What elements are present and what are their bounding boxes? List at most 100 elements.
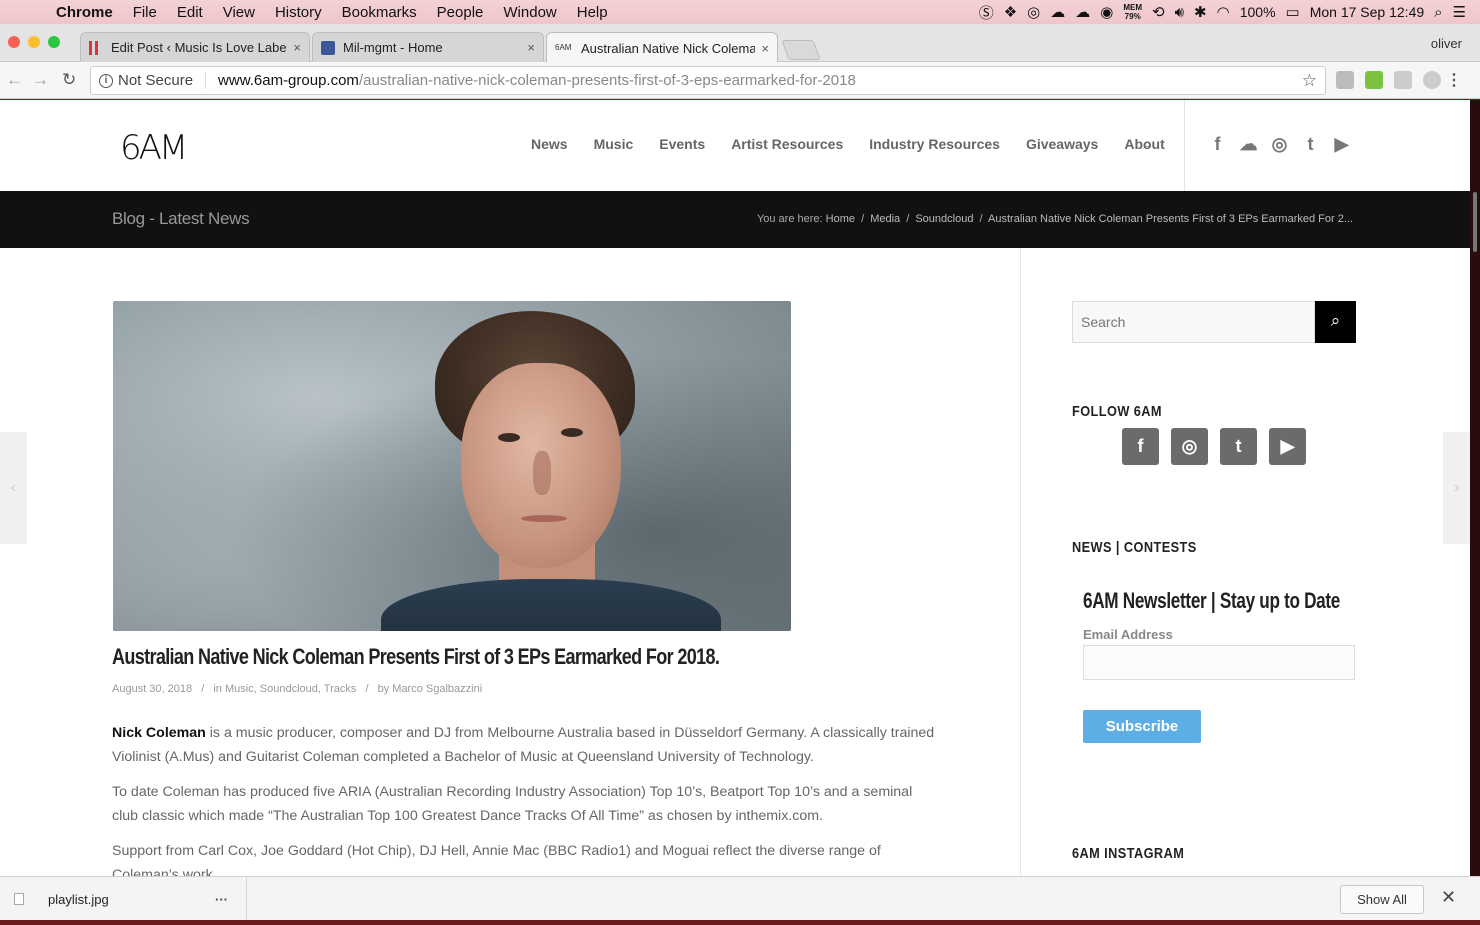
tab-australian-native[interactable]: 6AM Australian Native Nick Coleman × xyxy=(546,32,778,63)
menu-people[interactable]: People xyxy=(427,4,494,21)
youtube-icon[interactable]: ▶ xyxy=(1332,134,1351,155)
twitter-icon[interactable]: t xyxy=(1220,428,1257,465)
page-title[interactable]: Blog - Latest News xyxy=(112,209,250,229)
search-button[interactable]: ⌕ xyxy=(1315,301,1356,343)
search-input[interactable] xyxy=(1072,301,1315,343)
twitter-icon[interactable]: t xyxy=(1301,134,1320,155)
site-logo[interactable]: 6AM xyxy=(120,128,188,168)
wifi-icon[interactable]: ◠ xyxy=(1217,3,1230,21)
newsletter-title: 6AM Newsletter | Stay up to Date xyxy=(1083,588,1341,613)
dropbox-icon[interactable]: ❖ xyxy=(1004,3,1017,21)
menu-app-chrome[interactable]: Chrome xyxy=(56,4,123,21)
nav-giveaways[interactable]: Giveaways xyxy=(1013,136,1111,152)
breadcrumb-home[interactable]: Home xyxy=(826,213,855,225)
breadcrumb-current: Australian Native Nick Coleman Presents … xyxy=(988,213,1353,225)
page-scrollbar[interactable] xyxy=(1470,100,1480,876)
facebook-icon[interactable]: f xyxy=(1122,428,1159,465)
tab-mil-mgmt[interactable]: Mil-mgmt - Home × xyxy=(312,32,544,62)
close-tab-icon[interactable]: × xyxy=(293,40,301,55)
extension-icon[interactable] xyxy=(1336,71,1354,89)
menu-help[interactable]: Help xyxy=(567,4,618,21)
post-title[interactable]: Australian Native Nick Coleman Presents … xyxy=(112,644,720,670)
instagram-widget-title: 6AM INSTAGRAM xyxy=(1072,845,1185,862)
post-featured-image[interactable] xyxy=(113,301,791,631)
window-controls xyxy=(8,36,60,48)
menu-bookmarks[interactable]: Bookmarks xyxy=(332,4,427,21)
soundcloud-icon[interactable]: ☁ xyxy=(1239,134,1258,155)
nav-events[interactable]: Events xyxy=(646,136,718,152)
follow-widget-title: FOLLOW 6AM xyxy=(1072,403,1162,420)
nav-industry-resources[interactable]: Industry Resources xyxy=(856,136,1013,152)
menu-edit[interactable]: Edit xyxy=(167,4,213,21)
post-body: Nick Coleman is a music producer, compos… xyxy=(112,721,942,876)
tab-title: Australian Native Nick Coleman xyxy=(581,40,756,56)
battery-icon[interactable]: ▭ xyxy=(1286,3,1300,21)
download-item[interactable]: playlist.jpg ··· xyxy=(0,877,247,921)
gauge-icon[interactable]: ◉ xyxy=(1100,3,1113,21)
profile-name[interactable]: oliver xyxy=(1431,36,1462,51)
time-machine-icon[interactable]: ⟲ xyxy=(1152,3,1165,21)
bluetooth-icon[interactable]: ✱ xyxy=(1194,3,1207,21)
back-icon[interactable]: ← xyxy=(6,70,23,90)
next-post-arrow[interactable]: › xyxy=(1443,432,1470,544)
download-filename[interactable]: playlist.jpg xyxy=(48,892,215,907)
new-tab-button[interactable] xyxy=(781,40,821,60)
page-viewport: 6AM News Music Events Artist Resources I… xyxy=(0,100,1470,876)
tab-title: Mil-mgmt - Home xyxy=(343,40,443,55)
close-tab-icon[interactable]: × xyxy=(761,41,769,56)
instagram-icon[interactable]: ◎ xyxy=(1270,134,1289,155)
subscribe-button[interactable]: Subscribe xyxy=(1083,710,1201,743)
close-tab-icon[interactable]: × xyxy=(527,40,535,55)
menu-view[interactable]: View xyxy=(213,4,265,21)
chrome-menu-icon[interactable]: ⋮ xyxy=(1446,70,1462,90)
address-bar[interactable]: i Not Secure www.6am-group.com /australi… xyxy=(90,66,1326,95)
creative-cloud-icon[interactable]: ◎ xyxy=(1027,3,1040,21)
menu-window[interactable]: Window xyxy=(493,4,566,21)
post-author[interactable]: Marco Sgalbazzini xyxy=(392,683,482,695)
post-author-prefix: by xyxy=(377,683,390,695)
reload-icon[interactable]: ↻ xyxy=(62,70,76,90)
breadcrumb-soundcloud[interactable]: Soundcloud xyxy=(915,213,973,225)
battery-percent[interactable]: 100% xyxy=(1240,4,1276,20)
search-icon[interactable]: ⌕ xyxy=(1143,136,1151,153)
backup-cloud-icon[interactable]: ☁ xyxy=(1075,3,1090,21)
instagram-icon[interactable]: ◎ xyxy=(1171,428,1208,465)
breadcrumb-media[interactable]: Media xyxy=(870,213,900,225)
desktop-edge xyxy=(0,920,1480,925)
evernote-extension-icon[interactable] xyxy=(1365,71,1383,89)
extension-k-icon[interactable] xyxy=(1394,71,1412,89)
info-icon[interactable]: i xyxy=(99,73,113,88)
memory-monitor[interactable]: MEM 79% xyxy=(1123,3,1142,21)
facebook-icon xyxy=(321,40,335,55)
menu-history[interactable]: History xyxy=(265,4,332,21)
menu-file[interactable]: File xyxy=(123,4,167,21)
zoom-window-button[interactable] xyxy=(48,36,60,48)
cloud-icon[interactable]: ☁ xyxy=(1050,3,1065,21)
notification-center-icon[interactable]: ☰ xyxy=(1453,3,1466,21)
post-categories[interactable]: Music, Soundcloud, Tracks xyxy=(225,683,356,695)
email-field[interactable] xyxy=(1083,645,1355,680)
spotlight-search-icon[interactable]: ⌕ xyxy=(1434,4,1442,21)
show-all-button[interactable]: Show All xyxy=(1340,885,1424,914)
tab-edit-post[interactable]: Edit Post ‹ Music Is Love Label × xyxy=(80,32,310,62)
tab-title: Edit Post ‹ Music Is Love Label xyxy=(111,40,288,55)
minimize-window-button[interactable] xyxy=(28,36,40,48)
nav-music[interactable]: Music xyxy=(581,136,647,152)
youtube-icon[interactable]: ▶ xyxy=(1269,428,1306,465)
forward-icon[interactable]: → xyxy=(32,70,49,90)
facebook-icon[interactable]: f xyxy=(1208,134,1227,155)
bookmark-star-icon[interactable]: ☆ xyxy=(1302,71,1317,91)
security-label[interactable]: Not Secure xyxy=(118,72,207,89)
page-title-bar: Blog - Latest News You are here: Home / … xyxy=(0,191,1470,248)
nav-artist-resources[interactable]: Artist Resources xyxy=(718,136,856,152)
download-options-icon[interactable]: ··· xyxy=(215,892,228,907)
menubar-clock[interactable]: Mon 17 Sep 12:49 xyxy=(1310,4,1424,20)
cloud-extension-icon[interactable] xyxy=(1423,71,1441,89)
previous-post-arrow[interactable]: ‹ xyxy=(0,432,27,544)
nav-news[interactable]: News xyxy=(518,136,581,152)
close-download-bar-icon[interactable]: ✕ xyxy=(1441,887,1456,908)
breadcrumb-prefix: You are here: xyxy=(756,213,823,225)
skype-icon[interactable]: Ⓢ xyxy=(979,2,994,23)
volume-icon[interactable]: 🔊︎ xyxy=(1175,4,1184,21)
close-window-button[interactable] xyxy=(8,36,20,48)
